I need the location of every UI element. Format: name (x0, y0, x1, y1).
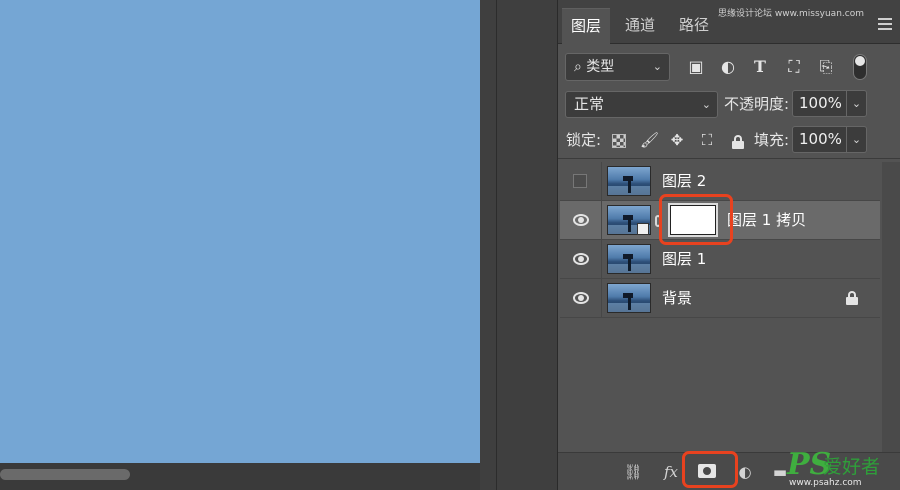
blend-mode-value: 正常 (574, 95, 605, 113)
visibility-cell[interactable] (560, 201, 602, 240)
image-filter-icon[interactable]: ▣ (686, 58, 706, 76)
hidden-visibility-box[interactable] (573, 174, 587, 188)
link-icon[interactable]: ⛓ (623, 462, 643, 482)
filter-toggle[interactable] (853, 54, 867, 80)
opacity-dropdown[interactable]: ⌄ (847, 90, 867, 117)
layer-row[interactable]: 背景 (560, 279, 880, 318)
eye-icon[interactable] (573, 292, 589, 304)
chevron-down-icon: ⌄ (652, 60, 662, 73)
search-icon: ⌕ (574, 59, 582, 75)
document-canvas[interactable] (0, 0, 480, 463)
layer-name[interactable]: 背景 (662, 279, 692, 318)
layer-thumbnail (607, 283, 651, 313)
fill-dropdown[interactable]: ⌄ (847, 126, 867, 153)
visibility-cell[interactable] (560, 279, 602, 318)
opacity-input[interactable]: 100% (792, 90, 847, 117)
horizontal-scrollbar[interactable] (0, 463, 480, 490)
lock-artboard-icon[interactable]: ⛶ (698, 131, 716, 149)
tab-layers[interactable]: 图层 (562, 8, 611, 44)
logo-cn: 爱好者 (823, 456, 881, 478)
adjustment-filter-icon[interactable]: ◐ (718, 58, 738, 76)
blend-mode-select[interactable]: 正常 ⌄ (565, 91, 718, 118)
opacity-label: 不透明度: (724, 95, 790, 113)
adjustment-icon[interactable]: ◐ (735, 462, 755, 482)
type-filter-icon[interactable]: T (750, 58, 770, 76)
filter-row: ⌕ 类型 ⌄ ▣ ◐ T ⛶ ⎘ (558, 50, 900, 84)
layer-name[interactable]: 图层 1 (662, 240, 706, 279)
layer-thumbnail (607, 244, 651, 274)
layers-panel: 图层 通道 路径 思缘设计论坛 www.missyuan.com ⌕ 类型 ⌄ … (558, 0, 900, 490)
app-window: 图层 通道 路径 思缘设计论坛 www.missyuan.com ⌕ 类型 ⌄ … (0, 0, 900, 490)
filter-kind-select[interactable]: ⌕ 类型 ⌄ (565, 53, 670, 81)
mask-highlight-box (659, 194, 733, 245)
blend-row: 正常 ⌄ 不透明度: 100% ⌄ (558, 90, 900, 120)
layer-name[interactable]: 图层 1 拷贝 (727, 201, 806, 240)
eye-icon[interactable] (573, 253, 589, 265)
tab-channels[interactable]: 通道 (616, 8, 664, 44)
lock-pixels-brush-icon[interactable]: 🖌 (640, 131, 659, 149)
add-mask-highlight-box (682, 451, 738, 488)
site-logo-watermark: PS 爱好者 www.psahz.com (787, 447, 897, 489)
filter-kind-label: 类型 (586, 59, 615, 75)
panel-tabbar: 图层 通道 路径 思缘设计论坛 www.missyuan.com (558, 0, 900, 44)
lock-icon[interactable] (846, 291, 858, 305)
divider (558, 158, 900, 159)
layer-row[interactable]: 图层 1 (560, 240, 880, 279)
site-watermark: 思缘设计论坛 www.missyuan.com (718, 9, 864, 19)
chevron-down-icon: ⌄ (701, 98, 711, 111)
fill-label: 填充: (754, 131, 790, 149)
visibility-cell[interactable] (560, 240, 602, 279)
lock-transparent-icon[interactable] (612, 134, 626, 148)
visibility-cell[interactable] (560, 162, 602, 201)
shape-filter-icon[interactable]: ⛶ (784, 58, 804, 76)
lock-label: 锁定: (566, 131, 602, 149)
workspace-gutter (480, 0, 558, 490)
smart-object-badge-icon (637, 223, 649, 235)
smartobject-filter-icon[interactable]: ⎘ (816, 58, 836, 76)
fill-input[interactable]: 100% (792, 126, 847, 153)
logo-url: www.psahz.com (789, 478, 862, 488)
lock-position-icon[interactable]: ✥ (668, 131, 686, 149)
fx-icon[interactable]: fx (661, 462, 681, 482)
scroll-thumb[interactable] (0, 469, 130, 480)
layer-thumbnail (607, 166, 651, 196)
eye-icon[interactable] (573, 214, 589, 226)
lock-all-icon[interactable] (732, 135, 744, 149)
panel-menu-icon[interactable] (878, 18, 892, 30)
tab-paths[interactable]: 路径 (670, 8, 718, 44)
layers-scrollbar[interactable] (882, 162, 900, 452)
divider (496, 0, 497, 490)
lock-row: 锁定: 🖌 ✥ ⛶ 填充: 100% ⌄ (558, 126, 900, 156)
